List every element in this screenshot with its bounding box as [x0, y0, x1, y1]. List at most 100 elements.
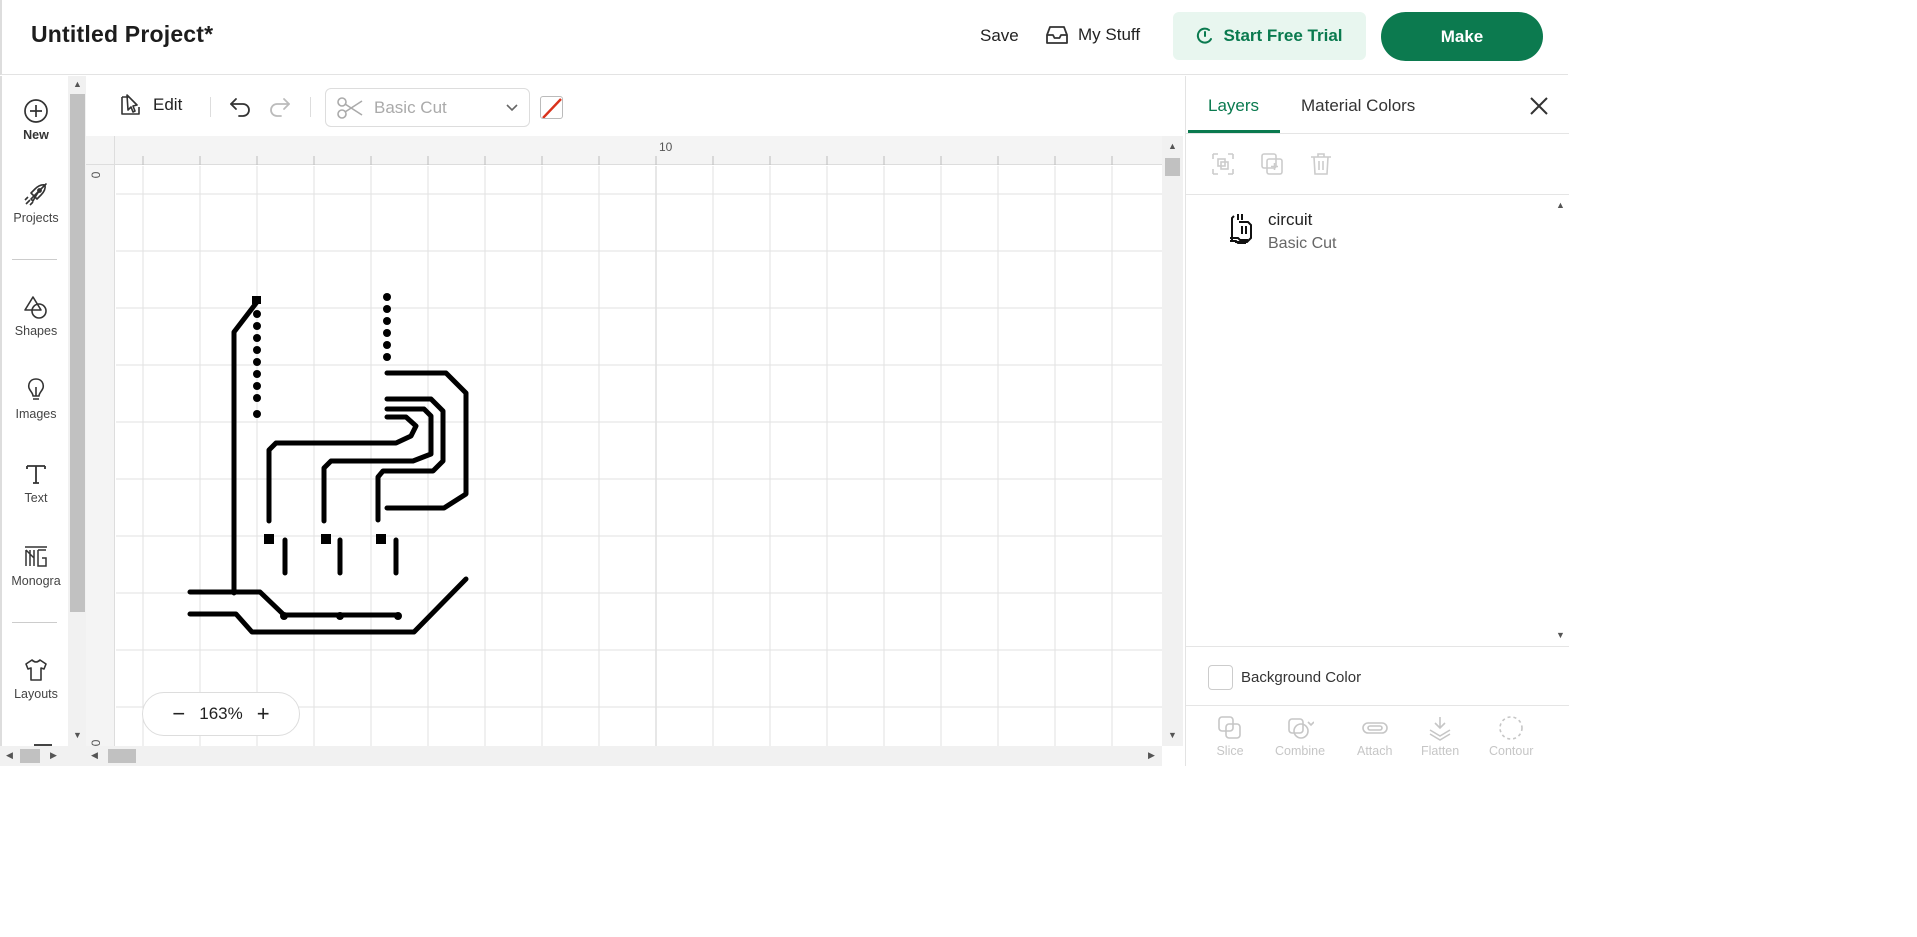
layer-operation: Basic Cut	[1268, 235, 1337, 252]
contour-icon	[1499, 716, 1524, 740]
trial-icon	[1197, 27, 1213, 44]
slice-button[interactable]: Slice	[1216, 714, 1244, 758]
layer-name: circuit	[1268, 210, 1313, 229]
ruler-ticks	[142, 156, 1113, 165]
zoom-in-button[interactable]: +	[257, 701, 270, 727]
sidebar-item-layouts[interactable]: Layouts	[4, 657, 68, 701]
attach-label: Attach	[1357, 744, 1393, 758]
edit-cursor-icon	[121, 94, 140, 115]
operation-select[interactable]: Basic Cut	[325, 88, 530, 127]
bottom-tools: Slice Combine Attach Flatten Contour	[1186, 708, 1569, 766]
combine-icon	[1288, 718, 1315, 739]
ruler-vertical: 0 0	[86, 136, 115, 746]
layer-tools	[1186, 135, 1569, 195]
scroll-down-arrow[interactable]: ▼	[73, 730, 82, 740]
left-sidebar: New Projects Shapes Images Text Monogra …	[0, 76, 87, 766]
scissors-icon	[337, 96, 363, 119]
sidebar-divider-2	[12, 622, 57, 623]
my-stuff-button[interactable]: My Stuff	[1045, 24, 1140, 46]
canvas-scroll-left[interactable]: ◀	[91, 750, 98, 761]
shapes-icon	[24, 296, 47, 319]
sidebar-scroll-left[interactable]: ◀	[6, 750, 13, 761]
project-title[interactable]: Untitled Project*	[31, 21, 213, 48]
scroll-up-arrow[interactable]: ▲	[73, 79, 82, 89]
ruler-label-0: 0	[88, 171, 103, 179]
toolbar-divider	[210, 97, 211, 117]
ruler-label-10: 10	[659, 140, 673, 154]
combine-label: Combine	[1275, 744, 1326, 758]
sidebar-label-images: Images	[15, 407, 57, 421]
ruler-horizontal: 10	[86, 136, 1162, 165]
toolbar-divider-2	[310, 97, 311, 117]
background-color-checkbox[interactable]	[1208, 665, 1233, 690]
zoom-level: 163%	[199, 704, 243, 723]
sidebar-item-text[interactable]: Text	[4, 461, 68, 505]
panel-tabs: Layers Material Colors	[1186, 76, 1569, 134]
background-color-label: Background Color	[1241, 669, 1362, 686]
circuit-artwork[interactable]	[86, 136, 1162, 746]
rocket-icon	[24, 183, 47, 206]
panel-scroll-up[interactable]: ▲	[1556, 200, 1565, 210]
my-stuff-label: My Stuff	[1078, 25, 1141, 44]
tab-layers[interactable]: Layers	[1208, 96, 1259, 116]
start-free-trial-button[interactable]: Start Free Trial	[1173, 12, 1366, 60]
sidebar-scroll-right[interactable]: ▶	[50, 750, 57, 761]
sidebar-item-shapes[interactable]: Shapes	[4, 294, 68, 338]
sidebar-label-text: Text	[24, 491, 48, 505]
active-tab-indicator	[1188, 130, 1280, 133]
flatten-label: Flatten	[1421, 744, 1460, 758]
sidebar-hscroll-thumb[interactable]	[20, 749, 40, 763]
canvas-vscroll-thumb[interactable]	[1165, 158, 1180, 176]
text-icon	[26, 465, 46, 484]
close-icon[interactable]	[1528, 95, 1550, 117]
slice-icon	[1218, 716, 1241, 739]
edit-button[interactable]: Edit	[119, 92, 182, 118]
color-swatch-none[interactable]	[540, 96, 563, 119]
tab-material-colors[interactable]: Material Colors	[1301, 96, 1415, 116]
sidebar-hscrollbar[interactable]: ◀ ▶	[0, 746, 86, 766]
panel-scrollbar[interactable]: ▲ ▼	[1552, 196, 1569, 646]
sidebar-item-projects[interactable]: Projects	[4, 181, 68, 225]
combine-button[interactable]: Combine	[1275, 714, 1325, 758]
layer-thumbnail-icon	[1230, 214, 1252, 244]
sidebar-item-new[interactable]: New	[4, 98, 68, 142]
app-header: Untitled Project* Save My Stuff Start Fr…	[0, 0, 1568, 75]
contour-button[interactable]: Contour	[1489, 714, 1533, 758]
sidebar-label-shapes: Shapes	[14, 324, 58, 338]
canvas-hscroll-thumb[interactable]	[108, 749, 136, 763]
sidebar-item-monogram[interactable]: Monogra	[4, 544, 68, 588]
undo-icon[interactable]	[227, 93, 253, 119]
design-canvas[interactable]: 10 0 0 − 163% +	[86, 136, 1162, 746]
sidebar-scrollbar[interactable]: ▲ ▼	[68, 76, 87, 746]
flatten-button[interactable]: Flatten	[1421, 714, 1459, 758]
sidebar-label-projects: Projects	[13, 211, 59, 225]
duplicate-icon[interactable]	[1259, 151, 1285, 177]
zoom-out-button[interactable]: −	[172, 701, 185, 727]
trash-icon[interactable]	[1308, 151, 1334, 177]
start-free-trial-label: Start Free Trial	[1223, 26, 1343, 45]
slice-label: Slice	[1216, 744, 1244, 758]
sidebar-item-images[interactable]: Images	[4, 377, 68, 421]
make-button[interactable]: Make	[1381, 12, 1543, 61]
layer-item[interactable]: circuit Basic Cut	[1226, 210, 1336, 253]
canvas-vertical-scrollbar[interactable]: ▲ ▼	[1162, 136, 1183, 746]
edit-label: Edit	[153, 95, 183, 114]
zoom-control: − 163% +	[142, 692, 300, 736]
redo-icon[interactable]	[267, 93, 293, 119]
canvas-scroll-up[interactable]: ▲	[1168, 141, 1177, 151]
sidebar-scroll-thumb[interactable]	[70, 94, 85, 612]
sidebar-label-layouts: Layouts	[14, 687, 58, 701]
ruler-corner	[86, 136, 115, 165]
canvas-scroll-right[interactable]: ▶	[1148, 750, 1155, 761]
attach-button[interactable]: Attach	[1357, 714, 1392, 758]
shirt-icon	[25, 659, 47, 681]
inbox-icon	[1046, 26, 1068, 44]
background-color-row: Background Color	[1186, 646, 1569, 706]
layers-panel: Layers Material Colors circuit Basic Cut…	[1185, 76, 1569, 766]
group-icon[interactable]	[1210, 151, 1236, 177]
canvas-horizontal-scrollbar[interactable]: ◀ ▶	[86, 746, 1162, 766]
panel-scroll-down[interactable]: ▼	[1556, 630, 1565, 640]
canvas-scroll-down[interactable]: ▼	[1168, 730, 1177, 740]
save-button[interactable]: Save	[980, 26, 1019, 46]
contour-label: Contour	[1489, 744, 1534, 758]
